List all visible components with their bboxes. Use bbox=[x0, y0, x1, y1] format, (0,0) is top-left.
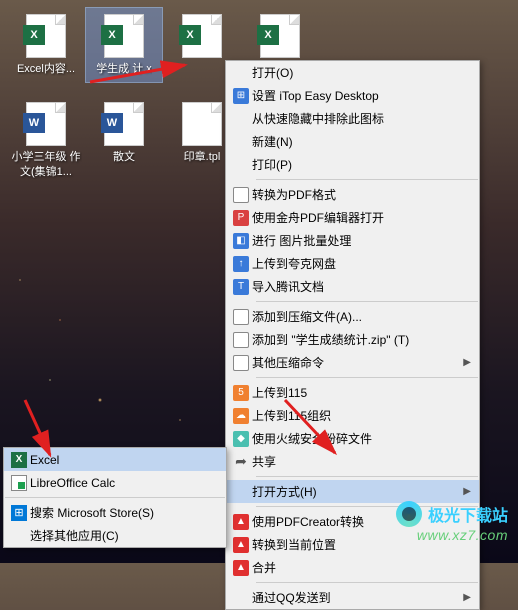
libreoffice-calc-icon bbox=[11, 475, 27, 491]
page-icon bbox=[233, 187, 249, 203]
menu-other-compress[interactable]: ▭其他压缩命令▶ bbox=[226, 351, 479, 374]
menu-itop[interactable]: ⊞设置 iTop Easy Desktop bbox=[226, 84, 479, 107]
archive-icon: ▭ bbox=[233, 309, 249, 325]
menu-open-with[interactable]: 打开方式(H)▶ bbox=[226, 480, 479, 503]
image-batch-icon: ◧ bbox=[233, 233, 249, 249]
watermark: 极光下载站 www.xz7.com bbox=[396, 501, 508, 543]
menu-add-zip[interactable]: ▭添加到 "学生成绩统计.zip" (T) bbox=[226, 328, 479, 351]
pdf-editor-icon: P bbox=[233, 210, 249, 226]
file-label: 印章.tpl bbox=[184, 150, 221, 164]
menu-qq-send[interactable]: 通过QQ发送到▶ bbox=[226, 586, 479, 609]
cloud-upload-icon: ↑ bbox=[233, 256, 249, 272]
menu-image-batch[interactable]: ◧进行 图片批量处理 bbox=[226, 229, 479, 252]
file-student-score[interactable]: X 学生成 计.x bbox=[86, 8, 162, 82]
menu-import-tencent[interactable]: T导入腾讯文档 bbox=[226, 275, 479, 298]
menu-new[interactable]: 新建(N) bbox=[226, 130, 479, 153]
watermark-title: 极光下载站 bbox=[428, 502, 508, 526]
excel-icon: X bbox=[179, 25, 201, 45]
excel-icon: X bbox=[23, 25, 45, 45]
chevron-right-icon: ▶ bbox=[463, 357, 471, 368]
watermark-url: www.xz7.com bbox=[396, 527, 508, 543]
file-label: Excel内容... bbox=[17, 62, 75, 76]
open-with-submenu: XExcel LibreOffice Calc ⊞搜索 Microsoft St… bbox=[3, 447, 227, 548]
word-icon: W bbox=[101, 113, 123, 133]
menu-merge[interactable]: ▲合并 bbox=[226, 556, 479, 579]
zip-icon: ▭ bbox=[233, 332, 249, 348]
menu-upload-115org[interactable]: ☁上传到115组织 bbox=[226, 404, 479, 427]
file-prose[interactable]: W 散文 bbox=[86, 96, 162, 185]
menu-open[interactable]: 打开(O) bbox=[226, 61, 479, 84]
menu-upload-kuake[interactable]: ↑上传到夸克网盘 bbox=[226, 252, 479, 275]
excel-icon: X bbox=[101, 25, 123, 45]
menu-print[interactable]: 打印(P) bbox=[226, 153, 479, 176]
file-label: 散文 bbox=[113, 150, 135, 164]
menu-shred[interactable]: ◆使用火绒安全粉碎文件 bbox=[226, 427, 479, 450]
excel-icon: X bbox=[257, 25, 279, 45]
watermark-logo-icon bbox=[396, 501, 422, 527]
file-excel-content[interactable]: X Excel内容... bbox=[8, 8, 84, 82]
menu-exclude-hide[interactable]: 从快速隐藏中排除此图标 bbox=[226, 107, 479, 130]
menu-convert-pdf[interactable]: 转换为PDF格式 bbox=[226, 183, 479, 206]
submenu-libreoffice[interactable]: LibreOffice Calc bbox=[4, 471, 226, 494]
chevron-right-icon: ▶ bbox=[463, 592, 471, 603]
file-essay-grade3[interactable]: W 小学三年级 作文(集锦1... bbox=[8, 96, 84, 185]
menu-upload-115[interactable]: 5上传到115 bbox=[226, 381, 479, 404]
menu-share[interactable]: ➦共享 bbox=[226, 450, 479, 473]
share-icon: ➦ bbox=[233, 454, 249, 470]
ms-store-icon: ⊞ bbox=[11, 505, 27, 521]
compress-icon: ▭ bbox=[233, 355, 249, 371]
chevron-right-icon: ▶ bbox=[463, 486, 471, 497]
itop-icon: ⊞ bbox=[233, 88, 249, 104]
115-org-icon: ☁ bbox=[233, 408, 249, 424]
submenu-search-store[interactable]: ⊞搜索 Microsoft Store(S) bbox=[4, 501, 226, 524]
pdfcreator-icon: ▲ bbox=[233, 537, 249, 553]
file-label: 学生成 计.x bbox=[96, 62, 152, 76]
pdfcreator-icon: ▲ bbox=[233, 560, 249, 576]
menu-add-archive[interactable]: ▭添加到压缩文件(A)... bbox=[226, 305, 479, 328]
pdfcreator-icon: ▲ bbox=[233, 514, 249, 530]
submenu-excel[interactable]: XExcel bbox=[4, 448, 226, 471]
115-icon: 5 bbox=[233, 385, 249, 401]
excel-app-icon: X bbox=[11, 452, 27, 468]
shield-icon: ◆ bbox=[233, 431, 249, 447]
menu-jinzhou-pdf[interactable]: P使用金舟PDF编辑器打开 bbox=[226, 206, 479, 229]
submenu-choose-app[interactable]: 选择其他应用(C) bbox=[4, 524, 226, 547]
word-icon: W bbox=[23, 113, 45, 133]
file-label: 小学三年级 作文(集锦1... bbox=[10, 150, 82, 179]
tencent-doc-icon: T bbox=[233, 279, 249, 295]
